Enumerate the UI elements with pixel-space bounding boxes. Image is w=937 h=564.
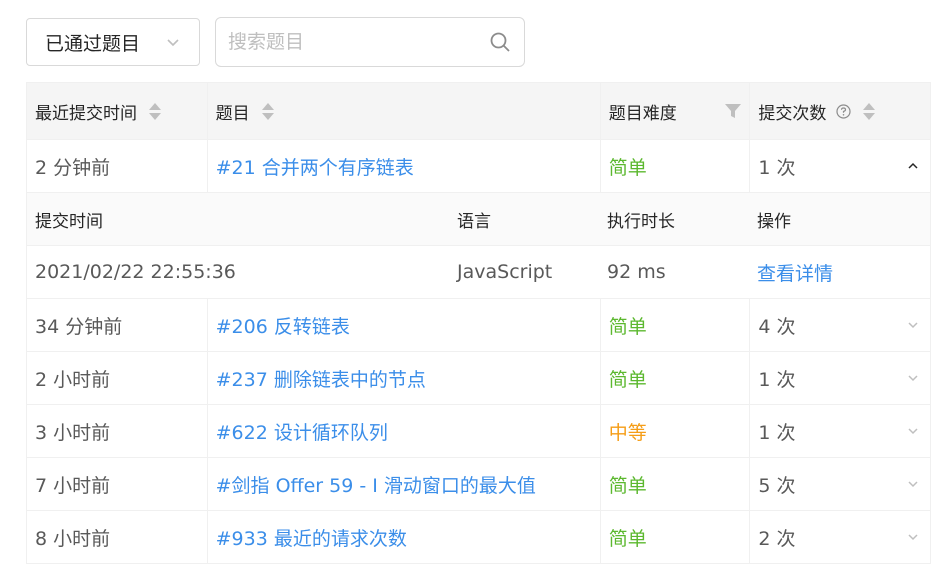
question-circle-icon[interactable] — [836, 103, 851, 119]
chevron-down-icon — [165, 34, 181, 50]
search-input[interactable] — [228, 31, 488, 53]
difficulty-badge: 简单 — [608, 474, 647, 497]
table-row[interactable]: 34 分钟前 #206 反转链表 简单 4 次 — [27, 299, 930, 352]
chevron-down-icon[interactable] — [906, 477, 920, 491]
view-details-link[interactable]: 查看详情 — [749, 259, 930, 286]
difficulty-badge: 简单 — [608, 368, 647, 391]
table-row[interactable]: 8 小时前 #933 最近的请求次数 简单 2 次 — [27, 511, 930, 564]
difficulty-badge: 简单 — [608, 315, 647, 338]
table-row[interactable]: 2 小时前 #237 删除链表中的节点 简单 1 次 — [27, 352, 930, 405]
table-row[interactable]: 7 小时前 #剑指 Offer 59 - I 滑动窗口的最大值 简单 5 次 — [27, 458, 930, 511]
sub-header-action: 操作 — [757, 211, 791, 232]
row-time: 3 小时前 — [35, 421, 111, 444]
row-time: 2 分钟前 — [35, 156, 111, 179]
header-difficulty: 题目难度 — [601, 83, 751, 139]
header-submissions-label: 提交次数 — [758, 103, 827, 124]
problem-link[interactable]: #933 最近的请求次数 — [216, 524, 407, 551]
submission-count: 1 次 — [758, 156, 796, 179]
table-row[interactable]: 2 分钟前 #21 合并两个有序链表 简单 1 次 — [27, 140, 930, 193]
row-time: 7 小时前 — [35, 474, 111, 497]
chevron-down-icon[interactable] — [906, 530, 920, 544]
header-title[interactable]: 题目 — [208, 83, 601, 139]
submit-runtime: 92 ms — [607, 261, 666, 283]
row-time: 2 小时前 — [35, 368, 111, 391]
status-filter-select[interactable]: 已通过题目 — [26, 18, 200, 66]
chevron-down-icon[interactable] — [906, 424, 920, 438]
funnel-icon[interactable] — [725, 104, 742, 118]
submission-count: 1 次 — [758, 368, 796, 391]
problem-link[interactable]: #剑指 Offer 59 - I 滑动窗口的最大值 — [216, 471, 536, 498]
table-row[interactable]: 3 小时前 #622 设计循环队列 中等 1 次 — [27, 405, 930, 458]
row-time: 34 分钟前 — [35, 315, 123, 338]
problem-link[interactable]: #622 设计循环队列 — [216, 418, 388, 445]
header-difficulty-label: 题目难度 — [608, 103, 677, 124]
status-filter-label: 已通过题目 — [45, 32, 141, 55]
sub-header-language: 语言 — [457, 211, 491, 232]
header-recent-time[interactable]: 最近提交时间 — [27, 83, 208, 139]
header-recent-time-label: 最近提交时间 — [35, 103, 137, 124]
submission-detail-header: 提交时间 语言 执行时长 操作 — [27, 193, 930, 246]
sub-header-runtime: 执行时长 — [607, 211, 675, 232]
table-header: 最近提交时间 题目 题目难度 提交次数 — [27, 83, 930, 140]
submission-count: 2 次 — [758, 527, 796, 550]
problem-link[interactable]: #21 合并两个有序链表 — [216, 153, 414, 180]
submit-time: 2021/02/22 22:55:36 — [35, 261, 236, 283]
row-time: 8 小时前 — [35, 527, 111, 550]
difficulty-badge: 简单 — [608, 156, 647, 179]
submissions-table: 最近提交时间 题目 题目难度 提交次数 2 分钟前 #21 合并两个有序链表 简… — [26, 82, 931, 564]
problem-link[interactable]: #237 删除链表中的节点 — [216, 365, 426, 392]
chevron-down-icon[interactable] — [906, 371, 920, 385]
header-title-label: 题目 — [215, 103, 250, 124]
chevron-up-icon[interactable] — [906, 159, 920, 173]
search-box — [215, 17, 525, 67]
difficulty-badge: 简单 — [608, 527, 647, 550]
sort-icon[interactable] — [261, 102, 274, 120]
sub-header-submit-time: 提交时间 — [35, 211, 103, 232]
chevron-down-icon[interactable] — [906, 318, 920, 332]
sort-icon[interactable] — [863, 102, 876, 120]
submission-count: 1 次 — [758, 421, 796, 444]
submit-language: JavaScript — [457, 261, 553, 283]
sort-icon[interactable] — [149, 102, 161, 120]
submission-count: 4 次 — [758, 315, 796, 338]
header-submissions[interactable]: 提交次数 — [750, 83, 930, 139]
submission-detail-row: 2021/02/22 22:55:36 JavaScript 92 ms 查看详… — [27, 246, 930, 299]
submission-count: 5 次 — [758, 474, 796, 497]
difficulty-badge: 中等 — [608, 421, 647, 444]
problem-link[interactable]: #206 反转链表 — [216, 312, 350, 339]
search-icon[interactable] — [488, 30, 512, 54]
